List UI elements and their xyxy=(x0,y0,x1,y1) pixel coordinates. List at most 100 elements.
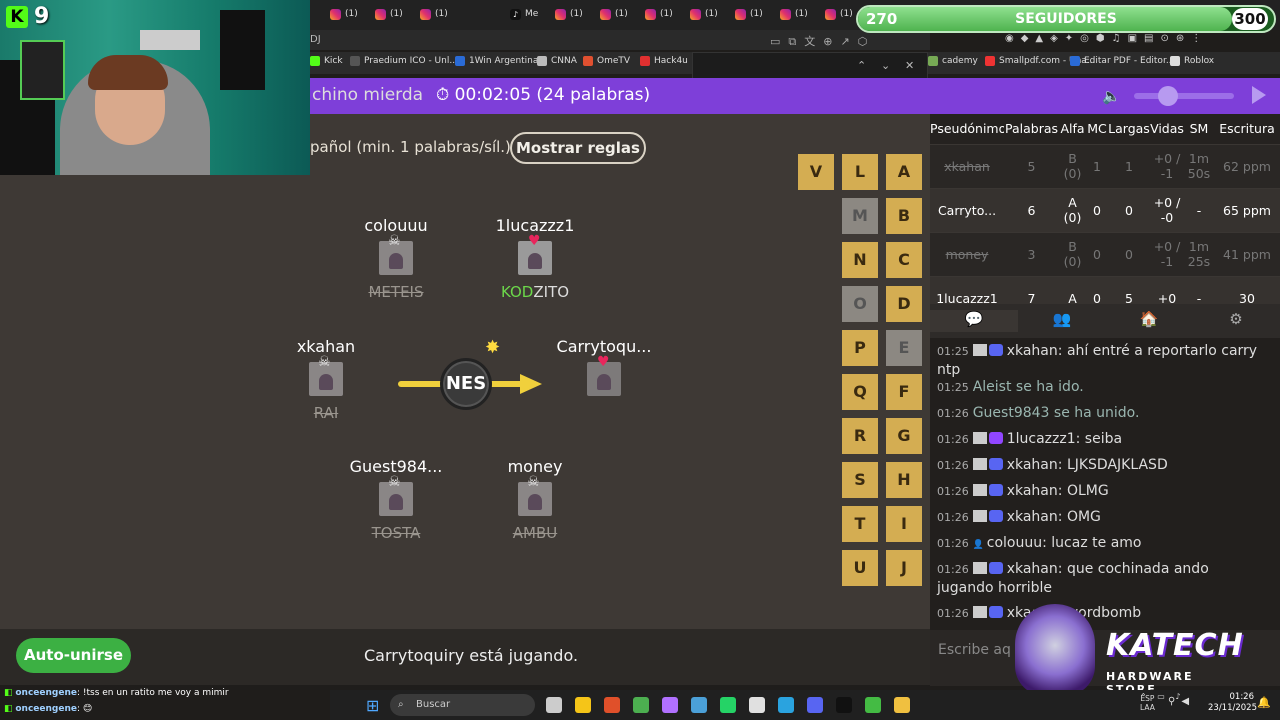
streamer-hair xyxy=(88,55,168,90)
show-rules-button[interactable]: Mostrar reglas xyxy=(510,132,646,164)
stat-cell: 0 xyxy=(1086,187,1108,232)
file-explorer-icon[interactable] xyxy=(575,697,591,713)
search-icon: ⌕ xyxy=(398,699,404,710)
browser-tab[interactable]: (1) xyxy=(375,6,403,22)
letter-tile-a: A xyxy=(886,154,922,190)
stat-cell: 6 xyxy=(1004,187,1059,232)
play-icon[interactable] xyxy=(1252,86,1266,104)
browser-tab[interactable]: (1) xyxy=(555,6,583,22)
browser-tab[interactable]: (1) xyxy=(600,6,628,22)
volume-slider-knob[interactable] xyxy=(1158,86,1178,106)
bookmark-item[interactable]: Praedium ICO - Unl... xyxy=(350,56,458,66)
column-header[interactable]: Alfa xyxy=(1059,114,1086,144)
message-text: lucaz te amo xyxy=(1051,535,1142,551)
player-avatar: ☠ xyxy=(379,233,413,275)
column-header[interactable]: Escritura xyxy=(1214,114,1280,144)
stream-chat-text: 😊 xyxy=(82,704,93,714)
wall-poster xyxy=(20,40,65,100)
steam-icon[interactable] xyxy=(691,697,707,713)
bookmark-item[interactable]: CNNA xyxy=(537,56,577,66)
browser-tab[interactable]: (1) xyxy=(420,6,448,22)
players-icon[interactable]: 👥 xyxy=(1018,310,1106,332)
discord-icon xyxy=(988,458,1003,470)
stat-cell: 7 xyxy=(1004,275,1059,304)
tab-label: (1) xyxy=(795,9,808,19)
message-user[interactable]: xkahan xyxy=(1007,483,1058,499)
player-last-word: KODZITO xyxy=(455,283,615,301)
stream-chat-user: onceengene xyxy=(15,704,77,714)
app-icon[interactable] xyxy=(662,697,678,713)
lang-code: ESP xyxy=(1140,694,1155,703)
bookmark-item[interactable]: cademy xyxy=(928,56,978,66)
bookmark-item[interactable]: 1Win Argentina xyxy=(455,56,538,66)
language-indicator[interactable]: ESP LAA xyxy=(1140,694,1155,712)
volume-slider[interactable] xyxy=(1134,93,1234,99)
browser-tab[interactable]: (1) xyxy=(330,6,358,22)
message-time: 01:26 xyxy=(937,459,969,472)
browser-tab[interactable]: (1) xyxy=(825,6,853,22)
column-header[interactable]: Pseudónimo xyxy=(930,114,1004,144)
bookmark-item[interactable]: OmeTV xyxy=(583,56,630,66)
message-user[interactable]: xkahan xyxy=(1007,457,1058,473)
minecraft-icon[interactable] xyxy=(865,697,881,713)
column-header[interactable]: MC xyxy=(1086,114,1108,144)
chat-icon[interactable]: 💬 xyxy=(930,310,1018,332)
discord-icon[interactable] xyxy=(807,697,823,713)
bookmark-item[interactable]: Roblox xyxy=(1170,56,1214,66)
browser-tab[interactable]: (1) xyxy=(735,6,763,22)
instagram-icon xyxy=(645,8,656,20)
app-icon[interactable] xyxy=(633,697,649,713)
app-icon[interactable] xyxy=(894,697,910,713)
find-close-icon[interactable]: ✕ xyxy=(905,59,914,72)
task-view-icon[interactable] xyxy=(546,697,562,713)
windows-start-icon[interactable]: ⊞ xyxy=(366,696,379,715)
bookmark-label: CNNA xyxy=(551,56,577,66)
message-user[interactable]: xkahan xyxy=(1007,343,1058,359)
find-next-icon[interactable]: ⌄ xyxy=(881,59,890,72)
message-user[interactable]: xkahan xyxy=(1007,509,1058,525)
screen: (1) (1) (1) ♪ Me (1) (1) (1) (1) (1) (1) (1) DJ ▭⧉文… xyxy=(0,0,1280,720)
followers-goal: 300 xyxy=(1232,8,1268,30)
kick-viewer-badge: K 9 xyxy=(6,4,49,29)
followers-label: SEGUIDORES xyxy=(1015,11,1117,27)
network-volume-icons[interactable]: ⚲◀ xyxy=(1168,696,1195,707)
bookmark-item[interactable]: Kick xyxy=(310,56,343,66)
tiktok-icon[interactable] xyxy=(836,697,852,713)
round-timer: ⏱ 00:02:05 (24 palabras) xyxy=(436,85,650,105)
telegram-icon[interactable] xyxy=(778,697,794,713)
app-icon[interactable] xyxy=(749,697,765,713)
column-header[interactable]: Vidas xyxy=(1150,114,1184,144)
stat-cell: B (0) xyxy=(1059,143,1086,188)
address-bar-icons[interactable]: ▭⧉文⊕↗⬡ xyxy=(770,33,875,49)
browser-tab[interactable]: (1) xyxy=(690,6,718,22)
browser-tab[interactable]: (1) xyxy=(780,6,808,22)
twitch-icon xyxy=(988,432,1003,444)
letter-tile-p: P xyxy=(842,330,878,366)
extension-icons[interactable]: ◉◆▲◈✦◎⬢♫▣▤⊙⊛⋮ xyxy=(1005,33,1280,49)
bookmark-favicon-icon xyxy=(1170,56,1180,66)
heart-icon: ♥ xyxy=(528,233,541,249)
bookmark-item[interactable]: Hack4u xyxy=(640,56,688,66)
bookmark-label: cademy xyxy=(942,56,978,66)
room-icon[interactable]: 🏠 xyxy=(1105,310,1193,332)
bookmark-favicon-icon xyxy=(928,56,938,66)
bookmark-item[interactable]: Editar PDF - Editor... xyxy=(1070,56,1174,66)
column-header[interactable]: Largas xyxy=(1108,114,1150,144)
address-bar[interactable]: DJ ▭⧉文⊕↗⬡ xyxy=(300,30,930,50)
whatsapp-icon[interactable] xyxy=(720,697,736,713)
taskbar-search[interactable]: ⌕ Buscar xyxy=(390,694,535,716)
column-header[interactable]: SM xyxy=(1184,114,1214,144)
taskbar-clock[interactable]: 01:26 23/11/2025 xyxy=(1208,692,1257,714)
browser-tab[interactable]: (1) xyxy=(645,6,673,22)
notification-bell-icon[interactable]: 🔔 xyxy=(1257,696,1271,709)
find-prev-icon[interactable]: ⌃ xyxy=(857,59,866,72)
column-header[interactable]: Palabras xyxy=(1004,114,1059,144)
auto-join-button[interactable]: Auto-unirse xyxy=(16,638,131,673)
message-user[interactable]: xkahan xyxy=(1007,561,1058,577)
browser-tab[interactable]: ♪ Me xyxy=(510,6,538,22)
message-user[interactable]: 1lucazzz1 xyxy=(1007,431,1076,447)
volume-icon[interactable]: 🔈 xyxy=(1102,87,1121,105)
settings-icon[interactable]: ⚙ xyxy=(1192,310,1280,332)
message-user[interactable]: colouuu xyxy=(987,535,1042,551)
brave-icon[interactable] xyxy=(604,697,620,713)
